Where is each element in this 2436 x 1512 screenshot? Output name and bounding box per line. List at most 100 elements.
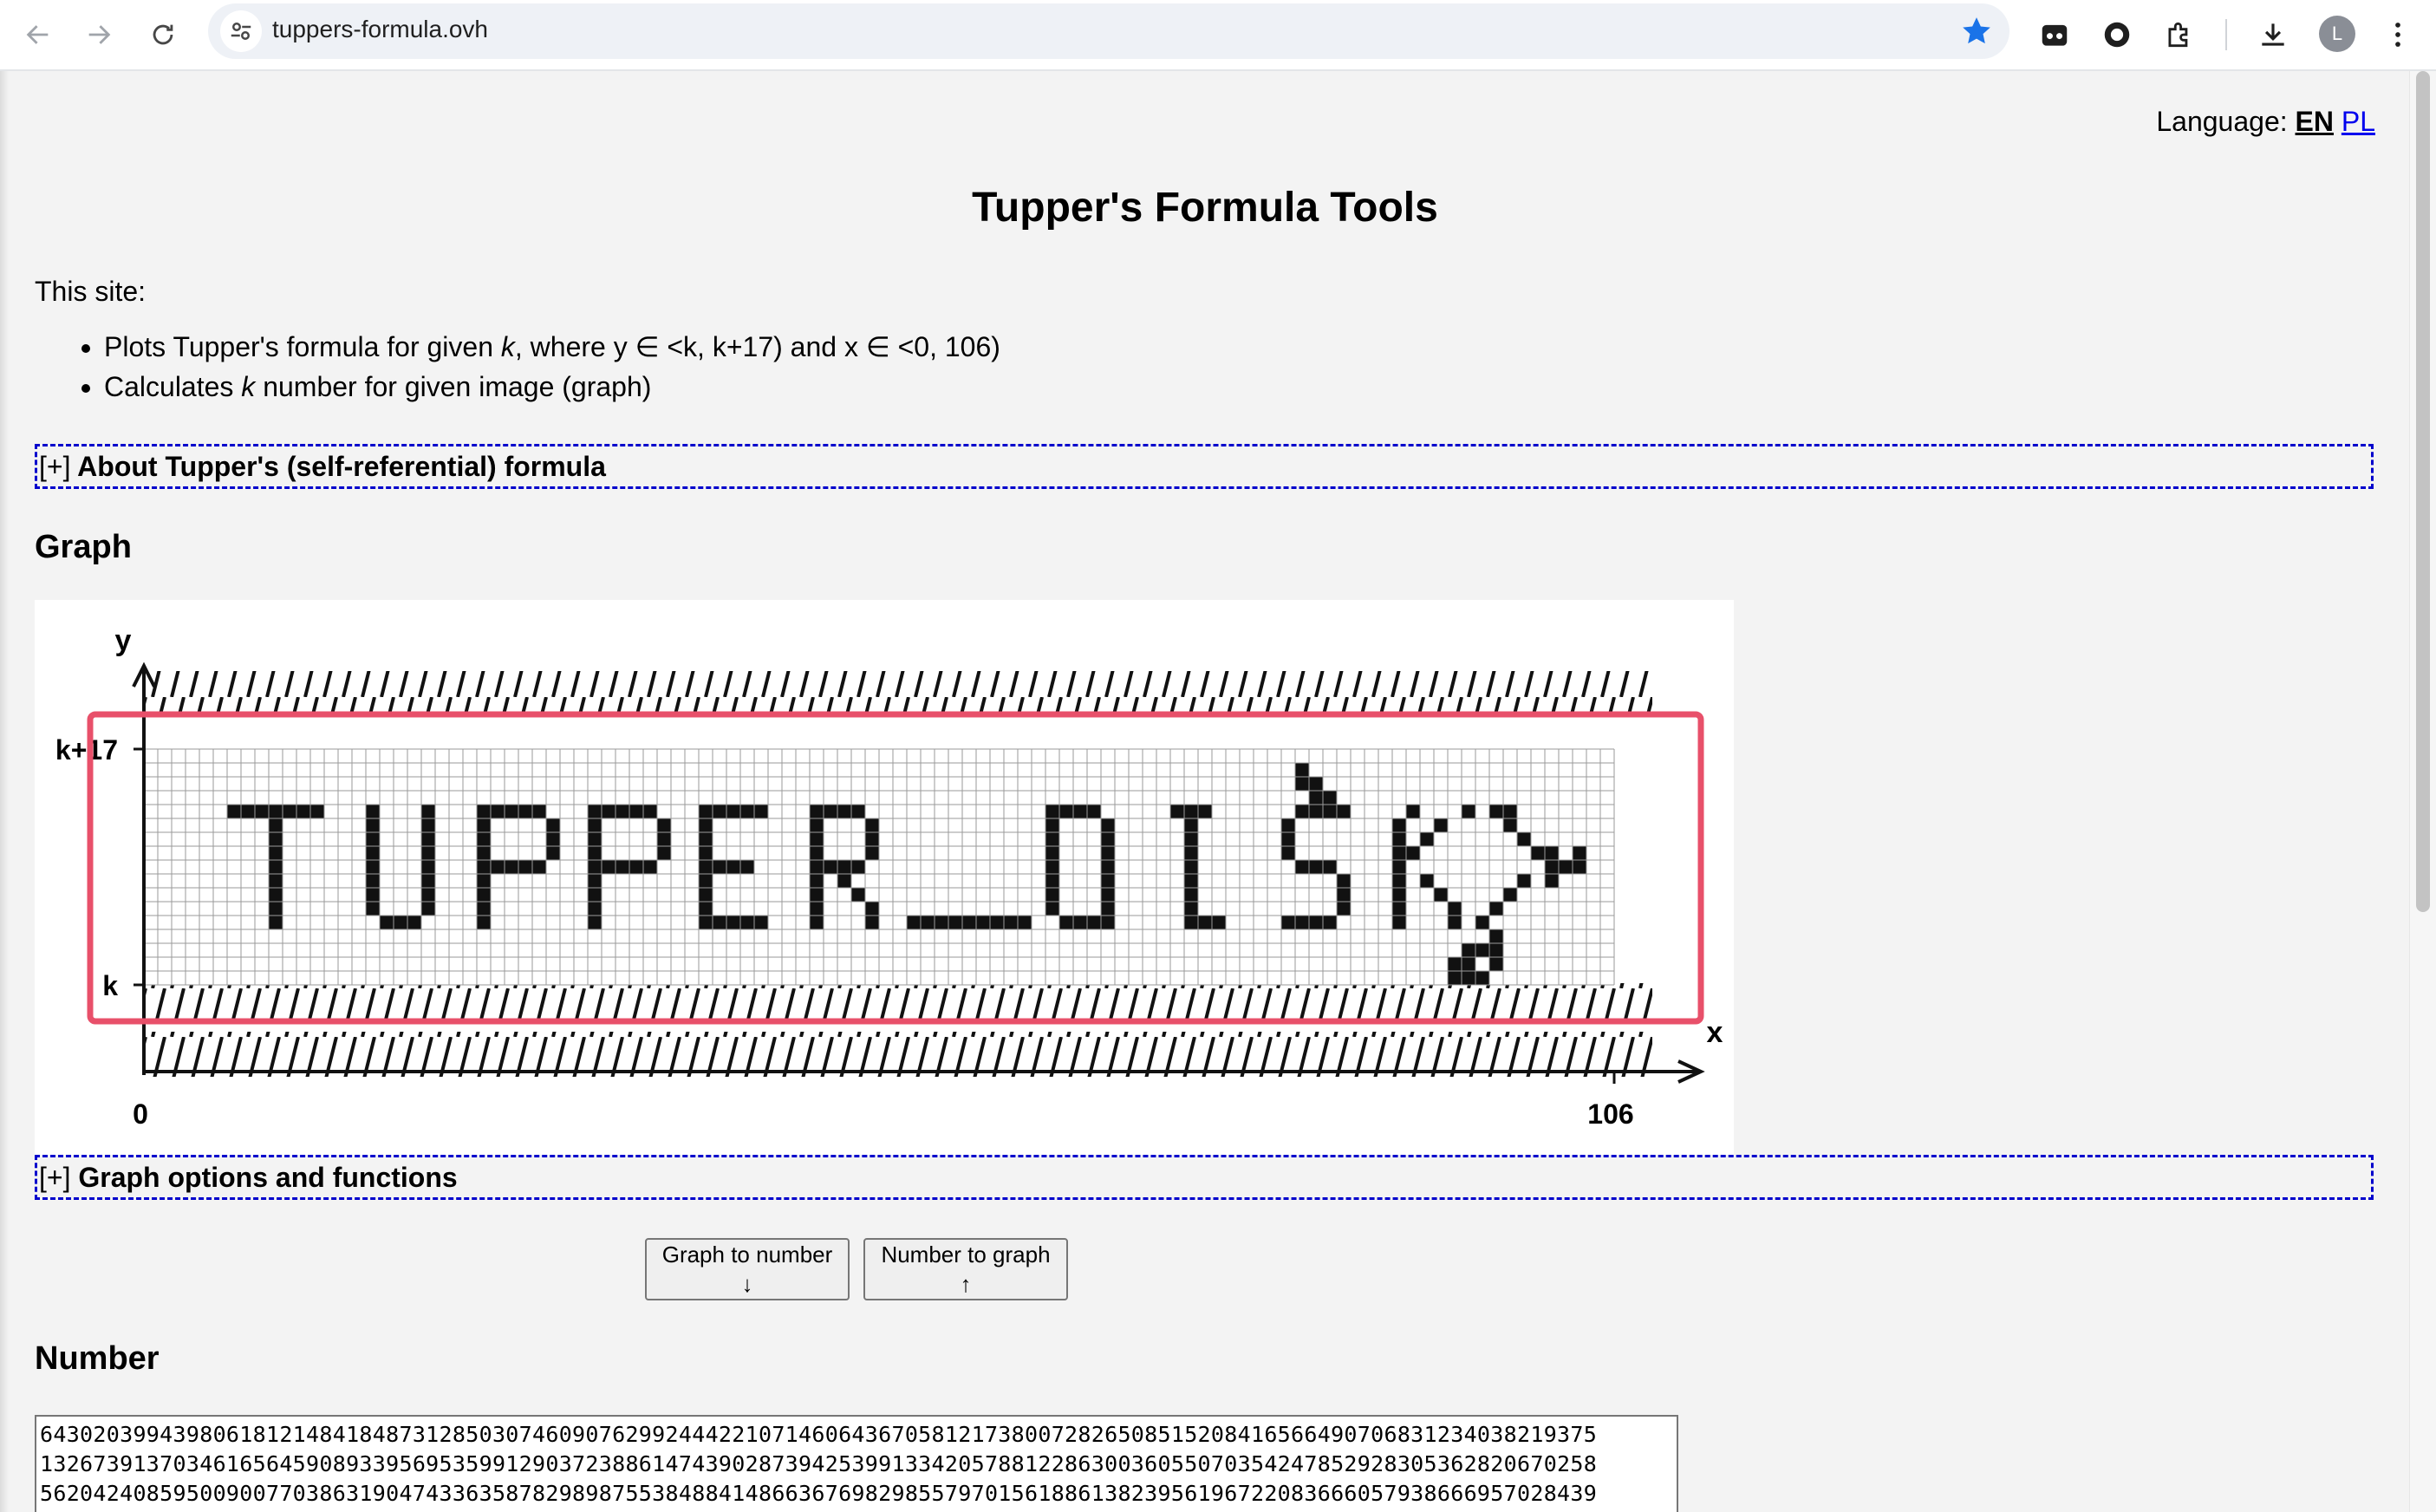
bitmap-pixel bbox=[421, 860, 435, 874]
bitmap-pixel bbox=[1392, 818, 1406, 832]
bitmap-pixel bbox=[824, 860, 837, 874]
bitmap-pixel bbox=[546, 832, 560, 846]
forward-arrow-icon[interactable] bbox=[78, 14, 120, 55]
bitmap-pixel bbox=[477, 916, 491, 929]
bitmap-pixel bbox=[1101, 846, 1115, 860]
bookmark-star-icon[interactable] bbox=[1959, 14, 1994, 49]
graph-to-number-button[interactable]: Graph to number ↓ bbox=[645, 1238, 850, 1300]
bitmap-pixel bbox=[269, 902, 283, 916]
bitmap-pixel bbox=[1184, 832, 1198, 846]
bitmap-pixel bbox=[366, 832, 380, 846]
bitmap-pixel bbox=[491, 805, 505, 818]
bitmap-pixel bbox=[1559, 860, 1573, 874]
bitmap-pixel bbox=[255, 805, 269, 818]
bitmap-pixel bbox=[865, 902, 879, 916]
extensions-icon[interactable] bbox=[2157, 12, 2202, 57]
bitmap-pixel bbox=[310, 805, 324, 818]
bitmap-pixel bbox=[1045, 888, 1059, 902]
bitmap-pixel bbox=[269, 846, 283, 860]
url-text[interactable]: tuppers-formula.ovh bbox=[272, 16, 488, 43]
bitmap-pixel bbox=[1489, 929, 1503, 943]
record-icon[interactable] bbox=[2094, 12, 2140, 57]
bitmap-pixel bbox=[1198, 805, 1212, 818]
bitmap-pixel bbox=[1392, 832, 1406, 846]
bitmap-pixel bbox=[1434, 818, 1448, 832]
back-arrow-icon[interactable] bbox=[17, 14, 59, 55]
language-switcher: Language: EN PL bbox=[2156, 106, 2375, 138]
bitmap-pixel bbox=[1503, 805, 1517, 818]
bitmap-pixel bbox=[588, 805, 602, 818]
bitmap-pixel bbox=[1392, 874, 1406, 888]
feature-item: Calculates k number for given image (gra… bbox=[104, 371, 1000, 402]
language-en[interactable]: EN bbox=[2296, 106, 2334, 137]
reload-icon[interactable] bbox=[142, 14, 184, 55]
address-bar[interactable]: tuppers-formula.ovh bbox=[208, 3, 2009, 59]
bitmap-pixel bbox=[1323, 916, 1337, 929]
about-formula-toggle[interactable]: [+] About Tupper's (self-referential) fo… bbox=[35, 444, 2374, 489]
number-to-graph-button[interactable]: Number to graph ↑ bbox=[863, 1238, 1068, 1300]
bitmap-pixel bbox=[1281, 818, 1295, 832]
bitmap-pixel bbox=[366, 874, 380, 888]
bitmap-pixel bbox=[810, 832, 824, 846]
bitmap-pixel bbox=[1295, 916, 1309, 929]
bitmap-pixel bbox=[754, 916, 768, 929]
bitmap-pixel bbox=[740, 805, 754, 818]
bitmap-pixel bbox=[1448, 902, 1462, 916]
bitmap-pixel bbox=[380, 916, 394, 929]
bitmap-pixel bbox=[269, 832, 283, 846]
bitmap-pixel bbox=[810, 846, 824, 860]
number-textarea[interactable]: 6430203994398061812148418487312850307460… bbox=[35, 1415, 1678, 1512]
window-edge bbox=[0, 71, 9, 1512]
bitmap-pixel bbox=[1281, 832, 1295, 846]
bitmap-pixel bbox=[1045, 846, 1059, 860]
bitmap-pixel bbox=[810, 902, 824, 916]
bitmap-pixel bbox=[1045, 832, 1059, 846]
bitmap-pixel bbox=[657, 818, 671, 832]
hatch-band-top bbox=[144, 671, 1652, 716]
bitmap-pixel bbox=[810, 818, 824, 832]
bitmap-pixel bbox=[421, 846, 435, 860]
bitmap-pixel bbox=[851, 805, 865, 818]
x-axis-label: x bbox=[1707, 1016, 1723, 1049]
bitmap-pixel bbox=[1448, 916, 1462, 929]
bitmap-pixel bbox=[865, 818, 879, 832]
bitmap-pixel bbox=[1101, 902, 1115, 916]
bitmap-pixel bbox=[629, 805, 643, 818]
bitmap-pixel bbox=[1059, 916, 1073, 929]
bitmap-pixel bbox=[1545, 846, 1559, 860]
bitmap-pixel bbox=[1406, 805, 1420, 818]
profile-avatar[interactable]: L bbox=[2319, 16, 2355, 52]
graph-canvas[interactable]: y x k+17 k 0 106 bbox=[35, 600, 1734, 1155]
bitmap-pixel bbox=[1475, 943, 1489, 957]
language-pl-link[interactable]: PL bbox=[2342, 106, 2375, 137]
bitmap-pixel bbox=[1448, 957, 1462, 971]
bitmap-pixel bbox=[699, 916, 713, 929]
label-x-0: 0 bbox=[133, 1098, 148, 1130]
bitmap-pixel bbox=[477, 888, 491, 902]
bitmap-pixel bbox=[699, 902, 713, 916]
bitmap-pixel bbox=[366, 805, 380, 818]
bitmap-pixel bbox=[1545, 874, 1559, 888]
graph-plot[interactable]: y x k+17 k 0 106 bbox=[35, 600, 1734, 1155]
graph-options-toggle[interactable]: [+] Graph options and functions bbox=[35, 1155, 2374, 1200]
bitmap-pixel bbox=[1337, 902, 1351, 916]
scrollbar-thumb[interactable] bbox=[2416, 71, 2430, 912]
feature-list: Plots Tupper's formula for given k, wher… bbox=[73, 331, 1000, 411]
bitmap-pixel bbox=[1184, 860, 1198, 874]
bitmap-pixel bbox=[740, 860, 754, 874]
bitmap-pixel bbox=[1045, 805, 1059, 818]
bitmap-pixel bbox=[1101, 916, 1115, 929]
bitmap-pixel bbox=[1573, 846, 1586, 860]
bitmap-pixel bbox=[421, 818, 435, 832]
bitmap-pixel bbox=[394, 916, 407, 929]
site-settings-icon[interactable] bbox=[220, 10, 262, 52]
download-icon[interactable] bbox=[2250, 12, 2296, 57]
bitmap-pixel bbox=[269, 916, 283, 929]
menu-dots-icon[interactable] bbox=[2375, 12, 2420, 57]
scrollbar[interactable] bbox=[2409, 71, 2436, 1512]
bitmap-pixel bbox=[962, 916, 976, 929]
bitmap-pixel bbox=[477, 902, 491, 916]
bitmap-pixel bbox=[976, 916, 990, 929]
tab-search-icon[interactable] bbox=[2032, 12, 2077, 57]
bitmap-pixel bbox=[1295, 805, 1309, 818]
